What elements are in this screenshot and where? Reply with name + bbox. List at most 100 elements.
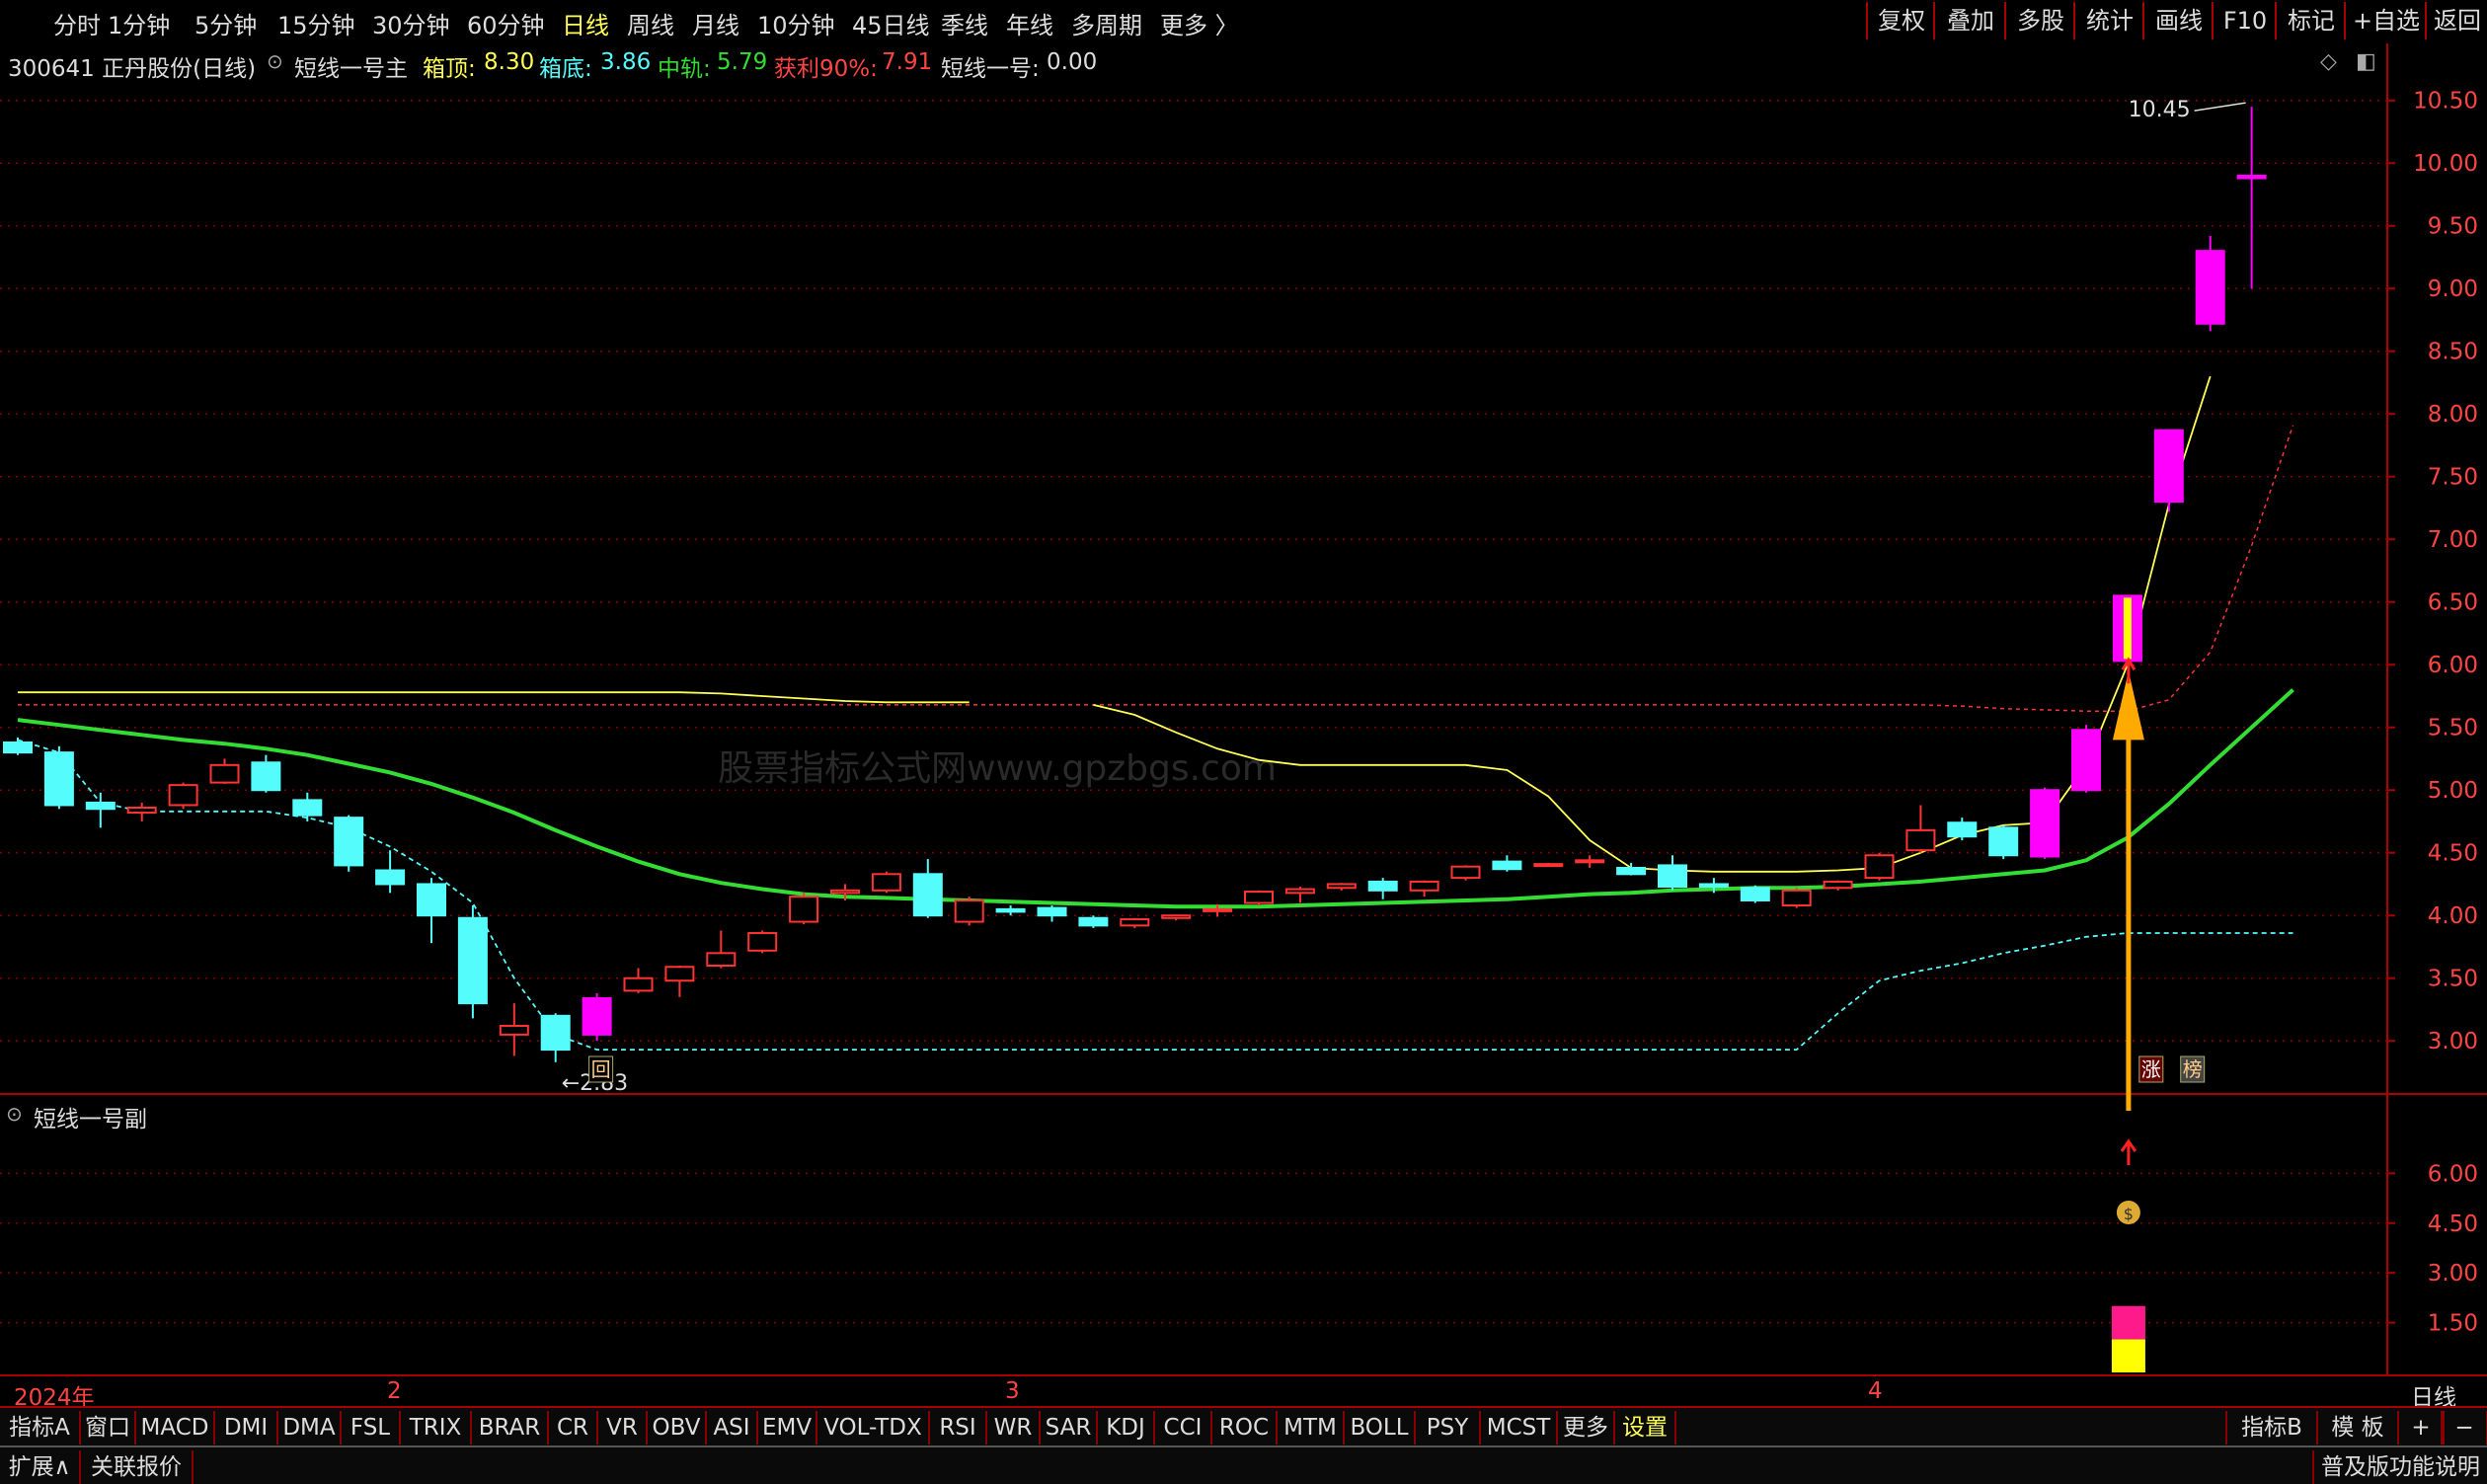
candle-body-53 (2195, 250, 2225, 325)
candle-body-1 (43, 751, 74, 807)
candle-19 (789, 893, 819, 925)
indicator-tab-18[interactable]: CCI (1155, 1411, 1212, 1445)
candle-body-35 (1450, 865, 1481, 880)
indicator-tab-11[interactable]: ASI (707, 1411, 758, 1445)
candle-body-9 (375, 869, 406, 886)
indicator-tab-22[interactable]: PSY (1416, 1411, 1481, 1445)
candle-body-45 (1864, 854, 1895, 880)
candle-body-32 (1326, 883, 1357, 890)
high-price-label: 10.45 (2129, 98, 2191, 122)
sub-y-tick-label-1: 3.00 (2428, 1261, 2478, 1287)
related-quote-button[interactable]: 关联报价 (81, 1450, 194, 1484)
candle-body-25 (1037, 906, 1067, 917)
indicator-tab-1[interactable]: 窗口 (81, 1411, 136, 1445)
candle-17 (706, 930, 737, 969)
y-tick-label-1: 3.50 (2428, 967, 2478, 992)
y-tick-label-14: 10.00 (2413, 151, 2478, 177)
candle-42 (1740, 885, 1770, 903)
candle-22 (912, 859, 943, 918)
indicator-tab-4[interactable]: DMA (278, 1411, 342, 1445)
y-tick-label-4: 5.00 (2428, 778, 2478, 804)
candle-0 (3, 737, 33, 755)
candle-body-23 (954, 898, 984, 923)
candle-3 (126, 802, 157, 821)
limit-up-tag-text: 涨 (2141, 1057, 2161, 1081)
indicator-tab-24[interactable]: 更多 (1558, 1411, 1615, 1445)
candle-31 (1284, 887, 1315, 903)
expand-button[interactable]: 扩展∧ (0, 1450, 81, 1484)
candle-37 (1533, 862, 1564, 868)
candle-40 (1658, 855, 1687, 891)
candle-38 (1575, 855, 1605, 868)
indicator-tab-0[interactable]: 指标A (0, 1411, 81, 1445)
sub-y-tick-label-0: 1.50 (2428, 1311, 2478, 1337)
candle-body-37 (1533, 863, 1564, 868)
board-tag: 榜 (2180, 1055, 2206, 1083)
y-tick-label-15: 10.50 (2413, 89, 2478, 115)
candle-body-10 (417, 883, 446, 917)
indicator-tab-5[interactable]: FSL (342, 1411, 401, 1445)
indicator-tab-21[interactable]: BOLL (1345, 1411, 1416, 1445)
candle-49 (2030, 787, 2060, 860)
candle-body-38 (1575, 859, 1605, 864)
candle-13 (540, 1013, 571, 1062)
candle-body-29 (1203, 907, 1233, 912)
candle-36 (1492, 855, 1522, 872)
candle-body-8 (334, 817, 364, 867)
candle-15 (623, 968, 654, 993)
template-button[interactable]: 模 板 (2316, 1411, 2399, 1445)
zoom-in-button[interactable]: + (2397, 1411, 2445, 1445)
indicator-tab-10[interactable]: OBV (648, 1411, 707, 1445)
month-4-label: 4 (1868, 1378, 1883, 1404)
indicator-tab-12[interactable]: EMV (758, 1411, 817, 1445)
candle-10 (417, 878, 446, 944)
candle-body-6 (251, 761, 281, 792)
indicator-tab-19[interactable]: ROC (1212, 1411, 1278, 1445)
candle-48 (1988, 824, 2019, 860)
indicator-tab-2[interactable]: MACD (136, 1411, 215, 1445)
y-tick-label-0: 3.00 (2428, 1029, 2478, 1054)
candle-24 (995, 905, 1026, 916)
y-tick-label-12: 9.00 (2428, 276, 2478, 302)
candle-body-36 (1492, 860, 1522, 871)
indicator-tab-15[interactable]: WR (987, 1411, 1041, 1445)
candle-9 (375, 850, 406, 894)
candle-body-0 (3, 741, 33, 754)
flag-tag: 回 (588, 1055, 614, 1083)
indicator-tab-8[interactable]: CR (549, 1411, 598, 1445)
candle-body-52 (2153, 429, 2184, 504)
indicator-tab-6[interactable]: TRIX (401, 1411, 472, 1445)
indicator-tab-3[interactable]: DMI (215, 1411, 278, 1445)
candle-body-28 (1161, 914, 1192, 919)
indicator-tab-9[interactable]: VR (598, 1411, 648, 1445)
indicator-tab-13[interactable]: VOL-TDX (817, 1411, 930, 1445)
indicator-b-button[interactable]: 指标B (2225, 1411, 2318, 1445)
candle-2 (85, 792, 116, 828)
main-candlestick-chart: 股票指标公式网www.gpzbgs.com 3.00 3.50 4.00 4.50 5.0… (0, 43, 2487, 1374)
date-axis: 2024年 2 3 4 日线 (0, 1374, 2487, 1411)
candle-body-44 (1823, 880, 1853, 890)
indicator-tab-20[interactable]: MTM (1278, 1411, 1345, 1445)
candle-body-17 (706, 952, 737, 968)
indicator-tab-16[interactable]: SAR (1041, 1411, 1098, 1445)
y-tick-label-3: 4.50 (2428, 841, 2478, 867)
help-button[interactable]: 普及版功能说明 (2312, 1450, 2487, 1484)
y-tick-label-7: 6.50 (2428, 590, 2478, 616)
candle-body-40 (1658, 864, 1687, 889)
candle-body-4 (168, 784, 198, 807)
collapse-icon[interactable]: ⊙ (6, 1102, 23, 1126)
candle-21 (871, 871, 901, 894)
candle-body-27 (1120, 918, 1150, 927)
indicator-tab-17[interactable]: KDJ (1098, 1411, 1155, 1445)
zoom-out-button[interactable]: − (2441, 1411, 2487, 1445)
indicator-tab-25[interactable]: 设置 (1615, 1411, 1676, 1445)
indicator-tab-23[interactable]: MCST (1481, 1411, 1558, 1445)
month-3-label: 3 (1005, 1378, 1020, 1404)
candle-body-5 (209, 763, 240, 784)
candle-body-7 (292, 799, 323, 817)
indicator-tab-14[interactable]: RSI (930, 1411, 987, 1445)
candle-33 (1367, 878, 1398, 899)
candle-1 (43, 745, 74, 810)
indicator-tab-7[interactable]: BRAR (472, 1411, 549, 1445)
candle-body-50 (2071, 729, 2101, 792)
